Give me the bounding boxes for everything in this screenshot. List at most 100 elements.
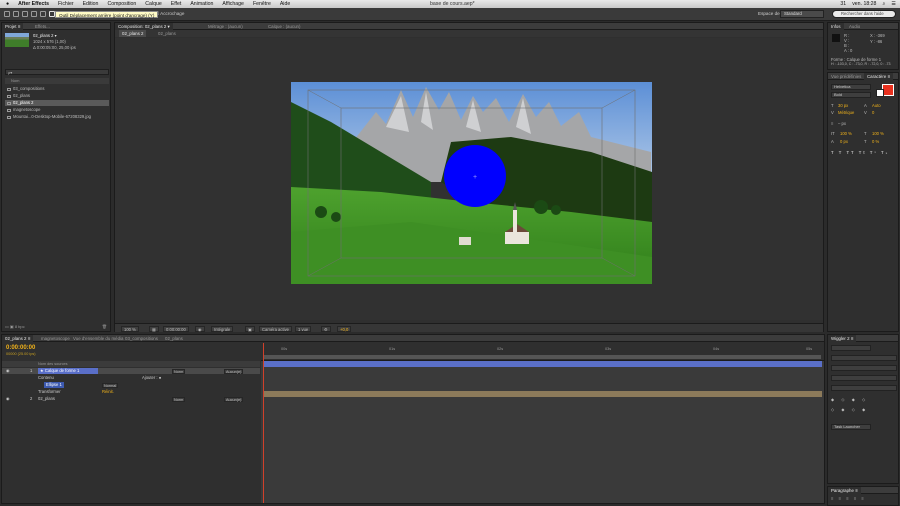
wiggler-buttons[interactable]: ◆ ◇ ◆ ◇ bbox=[831, 397, 868, 402]
project-item[interactable]: 02_plans 2 bbox=[5, 100, 109, 106]
project-item[interactable]: 03_compositions bbox=[5, 86, 109, 92]
new-folder-icon[interactable]: ▭ bbox=[5, 324, 9, 329]
snapping-checkbox[interactable]: ☐ Accrochage bbox=[155, 11, 184, 17]
wiggler-select-1[interactable] bbox=[831, 345, 871, 351]
layer-name[interactable]: 02_plans bbox=[38, 396, 55, 402]
layer2-duration-bar[interactable] bbox=[264, 391, 822, 397]
baseline-value[interactable]: 0 px bbox=[840, 139, 848, 144]
workspace-select[interactable]: Standard bbox=[780, 9, 824, 18]
project-search-input[interactable]: ρ▾ bbox=[5, 69, 109, 75]
menu-fichier[interactable]: Fichier bbox=[58, 1, 74, 7]
source-name-column[interactable]: Nom des sources bbox=[38, 361, 68, 367]
composition-viewer[interactable]: + bbox=[115, 38, 823, 320]
tab-paragraph[interactable]: Paragraphe ≡ bbox=[828, 487, 861, 494]
tab-effects[interactable]: Effets... bbox=[32, 23, 53, 30]
visibility-icon[interactable]: ◉ bbox=[6, 396, 10, 402]
tab-layer[interactable]: Calque : (aucun) bbox=[265, 23, 303, 30]
font-family-select[interactable]: Helvetica bbox=[831, 84, 871, 90]
timeline-tracks[interactable]: 00s 01s 02s 03s 04s 05s bbox=[261, 343, 824, 503]
leading-value[interactable]: Auto bbox=[872, 103, 881, 108]
selected-comp-name[interactable]: 02_plans 2 ▾ bbox=[33, 33, 57, 38]
spotlight-icon[interactable]: ⌕ bbox=[882, 1, 885, 8]
property-row[interactable]: Contenu Ajouter : ● bbox=[2, 375, 260, 381]
new-comp-icon[interactable]: ▣ bbox=[10, 324, 14, 329]
reset-link[interactable]: Réinit. bbox=[102, 389, 114, 395]
tab-wiggler[interactable]: Wiggler 2 ≡ bbox=[828, 335, 857, 342]
zoom-dropdown[interactable]: 100 % bbox=[121, 325, 139, 332]
stroke-width-value[interactable]: – px bbox=[838, 121, 846, 126]
menu-effet[interactable]: Effet bbox=[171, 1, 182, 7]
kerning-value[interactable]: Métrique bbox=[838, 110, 854, 115]
menu-fenetre[interactable]: Fenêtre bbox=[253, 1, 271, 7]
tab-info[interactable]: Infos bbox=[828, 23, 844, 30]
tab-composition[interactable]: Composition: 02_plans 2 ▾ bbox=[115, 23, 173, 30]
font-size-value[interactable]: 30 px bbox=[838, 103, 848, 108]
subtab-02-plans-2[interactable]: 02_plans 2 bbox=[119, 30, 147, 37]
menu-composition[interactable]: Composition bbox=[107, 1, 136, 7]
exposure-field[interactable]: +0,0 bbox=[337, 325, 352, 332]
rotate-tool-icon[interactable] bbox=[31, 11, 37, 17]
project-item[interactable]: magnetoscope bbox=[5, 107, 109, 113]
tab-footage[interactable]: Métrage : (aucun) bbox=[205, 23, 246, 30]
text-style-buttons[interactable]: T T TT Tt T¹ T₁ bbox=[831, 150, 889, 155]
wiggler-slider-3[interactable] bbox=[831, 375, 897, 381]
menu-aide[interactable]: Aide bbox=[280, 1, 290, 7]
zoom-tool-icon[interactable] bbox=[22, 11, 28, 17]
parent-dropdown[interactable]: Aucun(e) bbox=[224, 368, 244, 374]
tab-magnetoscope[interactable]: magnetoscope bbox=[38, 335, 73, 342]
tab-02-plans[interactable]: 02_plans bbox=[162, 335, 186, 342]
visibility-icon[interactable]: ◉ bbox=[6, 368, 10, 374]
region-icon[interactable]: ▣ bbox=[245, 325, 255, 332]
tab-03-compositions[interactable]: 03_compositions bbox=[122, 335, 161, 342]
resolution-dropdown[interactable]: Intégrale bbox=[211, 325, 234, 332]
project-item[interactable]: 02_plans bbox=[5, 93, 109, 99]
ellipse-mode-dropdown[interactable]: Normal bbox=[102, 382, 119, 388]
property-row[interactable]: Transformer Réinit. bbox=[2, 389, 260, 395]
menu-affichage[interactable]: Affichage bbox=[222, 1, 244, 7]
tracking-value[interactable]: 0 bbox=[872, 110, 874, 115]
layer1-duration-bar[interactable] bbox=[264, 361, 822, 367]
tab-timeline-02-plans-2[interactable]: 02_plans 2 ≡ bbox=[2, 335, 34, 342]
ellipse-label[interactable]: Ellipse 1 bbox=[44, 382, 64, 388]
task-launcher-select[interactable]: Task Launcher bbox=[831, 424, 871, 430]
stroke-color-swatch[interactable] bbox=[876, 89, 884, 97]
vscale-value[interactable]: 100 % bbox=[840, 131, 852, 136]
add-button[interactable]: Ajouter : ● bbox=[142, 375, 161, 381]
wiggler-buttons-2[interactable]: ◇ ◆ ◇ ◆ bbox=[831, 407, 868, 412]
tab-project[interactable]: Projet ≡ bbox=[2, 23, 24, 30]
hand-tool-icon[interactable] bbox=[13, 11, 19, 17]
parent-dropdown[interactable]: Aucun(e) bbox=[224, 396, 244, 402]
tsume-value[interactable]: 0 % bbox=[872, 139, 879, 144]
menu-animation[interactable]: Animation bbox=[190, 1, 213, 7]
render-icon[interactable]: ⚙ bbox=[321, 325, 331, 332]
align-buttons[interactable]: ≡ ≡ ≡ ≡ ≡ bbox=[831, 496, 866, 501]
notification-icon[interactable]: ☰ bbox=[891, 1, 896, 7]
help-search-input[interactable]: Rechercher dans l'aide bbox=[832, 9, 896, 18]
hscale-value[interactable]: 100 % bbox=[872, 131, 884, 136]
trash-icon[interactable]: 🗑 bbox=[102, 323, 107, 331]
camera-tool-icon[interactable] bbox=[40, 11, 46, 17]
project-item[interactable]: Mountai...0-Desktop-Mobile-67208329.jpg bbox=[5, 114, 109, 120]
wiggler-slider-2[interactable] bbox=[831, 365, 897, 371]
views-dropdown[interactable]: 1 vue bbox=[295, 325, 312, 332]
wiggler-slider-1[interactable] bbox=[831, 355, 897, 361]
camera-dropdown[interactable]: Caméra active bbox=[259, 325, 292, 332]
clock[interactable]: ven. 18:28 bbox=[852, 1, 876, 7]
subtab-02-plans[interactable]: 02_plans bbox=[155, 30, 179, 37]
selection-tool-icon[interactable] bbox=[4, 11, 10, 17]
playhead[interactable] bbox=[263, 343, 264, 503]
font-style-select[interactable]: Bold bbox=[831, 92, 871, 98]
contents-label[interactable]: Contenu bbox=[38, 375, 54, 381]
snapshot-icon[interactable]: ◉ bbox=[195, 325, 205, 332]
property-row[interactable]: Ellipse 1 Normal bbox=[2, 382, 260, 388]
anchor-point-icon[interactable]: + bbox=[473, 174, 477, 181]
menu-calque[interactable]: Calque bbox=[145, 1, 161, 7]
timecode-field[interactable]: 0:00:00:00 bbox=[163, 325, 189, 332]
time-ruler[interactable]: 00s 01s 02s 03s 04s 05s bbox=[261, 343, 824, 361]
tab-media-overview[interactable]: Vue d'ensemble du média bbox=[70, 335, 126, 342]
wiggler-slider-4[interactable] bbox=[831, 385, 897, 391]
current-timecode[interactable]: 0:00:00:00 bbox=[6, 345, 35, 351]
menu-edition[interactable]: Edition bbox=[83, 1, 99, 7]
project-column-header[interactable]: Nom bbox=[5, 78, 109, 84]
transform-label[interactable]: Transformer bbox=[38, 389, 61, 395]
